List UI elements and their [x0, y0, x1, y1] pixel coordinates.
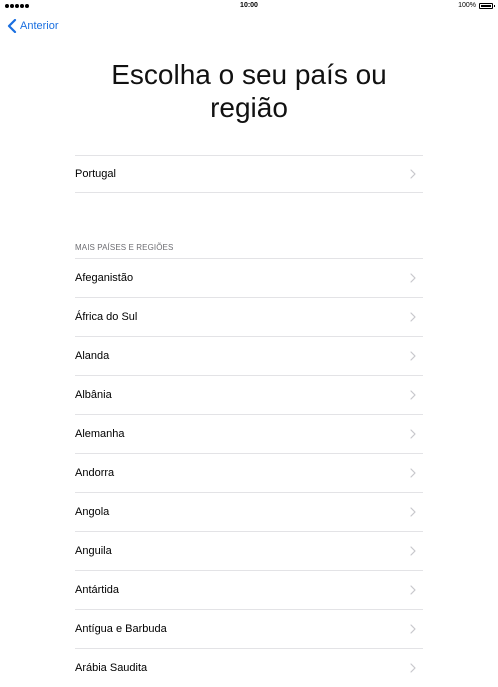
country-row[interactable]: Afeganistão	[75, 258, 423, 297]
back-button-label: Anterior	[20, 20, 59, 32]
country-label: Angola	[75, 506, 110, 518]
country-row[interactable]: Arábia Saudita	[75, 648, 423, 687]
chevron-right-icon	[410, 273, 416, 283]
chevron-right-icon	[410, 468, 416, 478]
country-row-portugal[interactable]: Portugal	[75, 155, 423, 193]
page-title: Escolha o seu país ou região	[0, 58, 498, 124]
country-label: África do Sul	[75, 311, 138, 323]
battery-icon	[479, 2, 495, 9]
country-label: Portugal	[75, 168, 116, 180]
country-row[interactable]: Antártida	[75, 570, 423, 609]
country-row[interactable]: Anguila	[75, 531, 423, 570]
chevron-right-icon	[410, 546, 416, 556]
country-list: Afeganistão África do Sul Alanda Albânia…	[75, 258, 423, 687]
status-bar: 10:00 100%	[0, 0, 498, 14]
page-title-line-2: região	[210, 92, 288, 123]
suggested-country-list: Portugal	[75, 155, 423, 193]
chevron-right-icon	[410, 624, 416, 634]
chevron-right-icon	[410, 390, 416, 400]
chevron-right-icon	[410, 507, 416, 517]
chevron-right-icon	[410, 351, 416, 361]
chevron-right-icon	[410, 585, 416, 595]
country-label: Antígua e Barbuda	[75, 623, 167, 635]
country-label: Albânia	[75, 389, 112, 401]
country-label: Andorra	[75, 467, 115, 479]
country-label: Alanda	[75, 350, 110, 362]
country-row[interactable]: Antígua e Barbuda	[75, 609, 423, 648]
chevron-right-icon	[410, 312, 416, 322]
status-time: 10:00	[240, 2, 258, 9]
country-row[interactable]: Alanda	[75, 336, 423, 375]
country-label: Anguila	[75, 545, 112, 557]
country-row[interactable]: Alemanha	[75, 414, 423, 453]
country-label: Afeganistão	[75, 272, 134, 284]
back-button[interactable]: Anterior	[6, 19, 59, 33]
country-row[interactable]: Andorra	[75, 453, 423, 492]
chevron-right-icon	[410, 429, 416, 439]
chevron-right-icon	[410, 663, 416, 673]
section-header-more-countries: MAIS PAÍSES E REGIÕES	[75, 243, 174, 252]
country-row[interactable]: África do Sul	[75, 297, 423, 336]
battery-fill	[481, 4, 491, 7]
country-row[interactable]: Albânia	[75, 375, 423, 414]
battery-percentage: 100%	[458, 2, 476, 9]
country-label: Antártida	[75, 584, 120, 596]
chevron-left-icon	[7, 19, 17, 33]
battery-status: 100%	[458, 2, 495, 9]
country-row[interactable]: Angola	[75, 492, 423, 531]
country-label: Alemanha	[75, 428, 125, 440]
page-title-line-1: Escolha o seu país ou	[111, 59, 387, 90]
chevron-right-icon	[410, 169, 416, 179]
